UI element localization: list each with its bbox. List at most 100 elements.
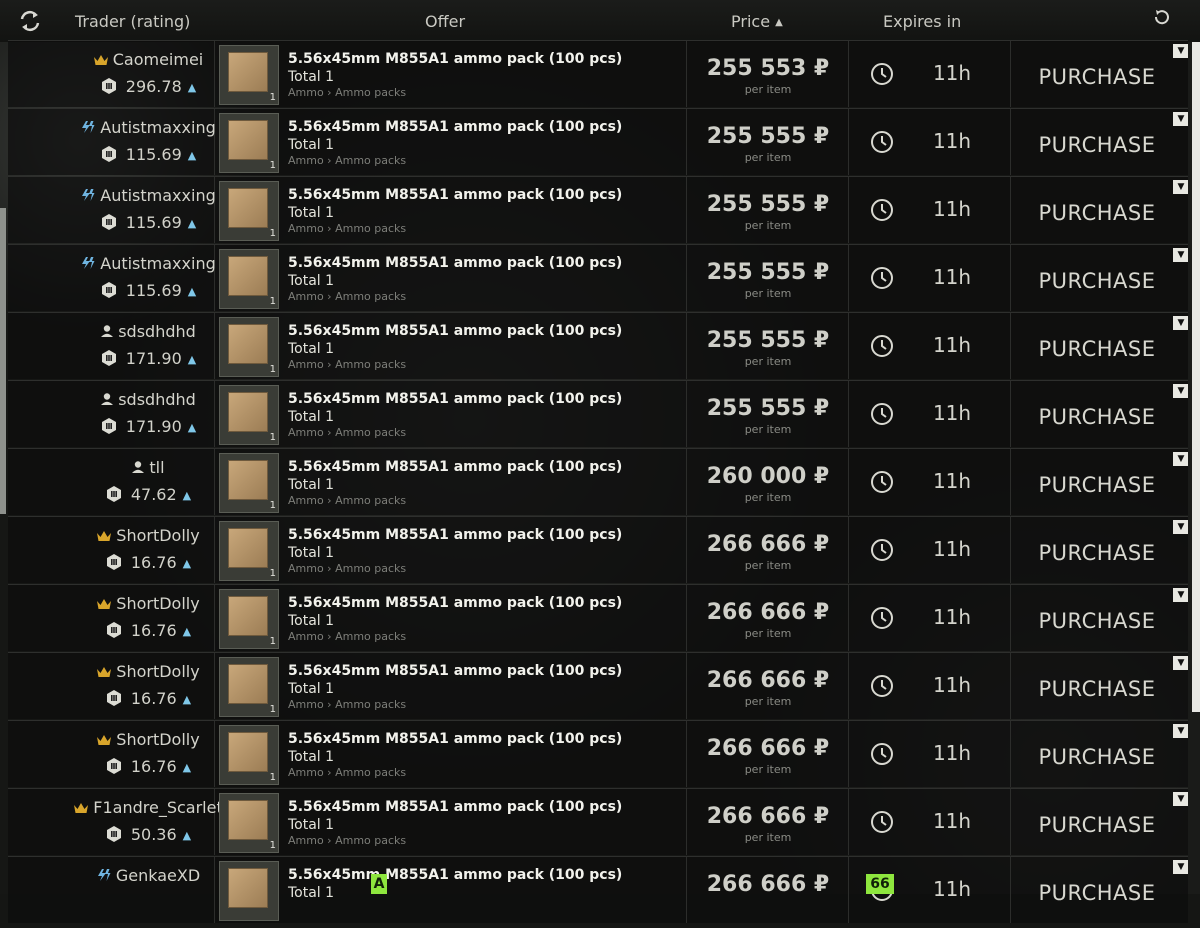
item-image[interactable]: 1 <box>219 113 279 173</box>
purchase-button[interactable]: PURCHASE <box>1012 653 1182 719</box>
offer-row[interactable]: Autistmaxxing 115.69 ▲ 1 5.56x45mm M855A1 am… <box>8 244 1189 311</box>
trader-name[interactable]: F1andre_Scarlet <box>60 798 236 818</box>
scrollbar-thumb[interactable] <box>1192 42 1200 712</box>
offer-category[interactable]: Ammo › Ammo packs <box>288 290 406 303</box>
offer-title[interactable]: 5.56x45mm M855A1 ammo pack (100 pcs) <box>288 663 622 679</box>
expand-chevron-icon[interactable]: ▼ <box>1173 792 1189 806</box>
expand-chevron-icon[interactable]: ▼ <box>1173 316 1189 330</box>
trader-name[interactable]: Caomeimei <box>60 50 236 70</box>
column-divider <box>848 245 849 311</box>
item-image[interactable]: 1 <box>219 725 279 785</box>
column-divider <box>686 789 687 855</box>
offer-category[interactable]: Ammo › Ammo packs <box>288 562 406 575</box>
item-image[interactable]: 1 <box>219 249 279 309</box>
purchase-button[interactable]: PURCHASE <box>1012 313 1182 379</box>
expires-in: 11h <box>932 741 972 765</box>
offer-title[interactable]: 5.56x45mm M855A1 ammo pack (100 pcs) <box>288 51 622 67</box>
expand-chevron-icon[interactable]: ▼ <box>1173 860 1189 874</box>
item-image[interactable]: 1 <box>219 181 279 241</box>
offer-title[interactable]: 5.56x45mm M855A1 ammo pack (100 pcs) <box>288 323 622 339</box>
purchase-button[interactable]: PURCHASE <box>1012 721 1182 787</box>
offer-category[interactable]: Ammo › Ammo packs <box>288 494 406 507</box>
offer-row[interactable]: sdsdhdhd 171.90 ▲ 1 5.56x45mm M855A1 ammo pa… <box>8 312 1189 379</box>
expand-chevron-icon[interactable]: ▼ <box>1173 112 1189 126</box>
item-image[interactable]: 1 <box>219 793 279 853</box>
header-offer[interactable]: Offer <box>425 12 465 31</box>
expand-chevron-icon[interactable]: ▼ <box>1173 724 1189 738</box>
header-price[interactable]: Price ▲ <box>731 12 783 31</box>
trader-name[interactable]: tll <box>60 458 236 478</box>
trader-name[interactable]: ShortDolly <box>60 526 236 546</box>
offer-title[interactable]: 5.56x45mm M855A1 ammo pack (100 pcs) <box>288 527 622 543</box>
offer-row[interactable]: ShortDolly 16.76 ▲ 1 5.56x45mm M855A1 ammo p… <box>8 584 1189 651</box>
offer-title[interactable]: 5.56x45mm M855A1 ammo pack (100 pcs) <box>288 255 622 271</box>
expand-chevron-icon[interactable]: ▼ <box>1173 520 1189 534</box>
offer-row[interactable]: ShortDolly 16.76 ▲ 1 5.56x45mm M855A1 ammo p… <box>8 652 1189 719</box>
purchase-button[interactable]: PURCHASE <box>1012 41 1182 107</box>
offer-category[interactable]: Ammo › Ammo packs <box>288 766 406 779</box>
offer-row[interactable]: Autistmaxxing 115.69 ▲ 1 5.56x45mm M855A1 am… <box>8 108 1189 175</box>
purchase-button[interactable]: PURCHASE <box>1012 381 1182 447</box>
offer-title[interactable]: 5.56x45mm M855A1 ammo pack (100 pcs) <box>288 731 622 747</box>
expand-chevron-icon[interactable]: ▼ <box>1173 384 1189 398</box>
header-trader[interactable]: Trader (rating) <box>75 12 190 31</box>
trader-name[interactable]: sdsdhdhd <box>60 322 236 342</box>
item-image[interactable]: 1 <box>219 521 279 581</box>
purchase-button[interactable]: PURCHASE <box>1012 449 1182 515</box>
expand-chevron-icon[interactable]: ▼ <box>1173 656 1189 670</box>
purchase-button[interactable]: PURCHASE <box>1012 585 1182 651</box>
reload-icon[interactable] <box>1153 8 1171 26</box>
item-image[interactable]: 1 <box>219 589 279 649</box>
offer-row[interactable]: Autistmaxxing 115.69 ▲ 1 5.56x45mm M855A1 am… <box>8 176 1189 243</box>
item-image[interactable] <box>219 861 279 921</box>
trader-name[interactable]: Autistmaxxing <box>60 186 236 206</box>
offer-title[interactable]: 5.56x45mm M855A1 ammo pack (100 pcs) <box>288 391 622 407</box>
expand-chevron-icon[interactable]: ▼ <box>1173 180 1189 194</box>
offer-row[interactable]: Caomeimei 296.78 ▲ 1 5.56x45mm M855A1 ammo p… <box>8 40 1189 107</box>
offer-category[interactable]: Ammo › Ammo packs <box>288 86 406 99</box>
expand-chevron-icon[interactable]: ▼ <box>1173 452 1189 466</box>
purchase-button[interactable]: PURCHASE <box>1012 177 1182 243</box>
offer-row[interactable]: sdsdhdhd 171.90 ▲ 1 5.56x45mm M855A1 ammo pa… <box>8 380 1189 447</box>
offer-category[interactable]: Ammo › Ammo packs <box>288 630 406 643</box>
offer-category[interactable]: Ammo › Ammo packs <box>288 426 406 439</box>
offer-title[interactable]: 5.56x45mm M855A1 ammo pack (100 pcs) <box>288 799 622 815</box>
purchase-button[interactable]: PURCHASE <box>1012 857 1182 923</box>
offer-title[interactable]: 5.56x45mm M855A1 ammo pack (100 pcs) <box>288 595 622 611</box>
purchase-button[interactable]: PURCHASE <box>1012 517 1182 583</box>
trader-name[interactable]: Autistmaxxing <box>60 254 236 274</box>
trader-name[interactable]: GenkaeXD <box>60 866 236 886</box>
refresh-icon[interactable] <box>18 9 42 33</box>
offer-row[interactable]: ShortDolly 16.76 ▲ 1 5.56x45mm M855A1 ammo p… <box>8 516 1189 583</box>
item-image[interactable]: 1 <box>219 385 279 445</box>
item-image[interactable]: 1 <box>219 45 279 105</box>
offer-category[interactable]: Ammo › Ammo packs <box>288 358 406 371</box>
trader-name[interactable]: ShortDolly <box>60 662 236 682</box>
trader-name[interactable]: ShortDolly <box>60 730 236 750</box>
offer-title[interactable]: 5.56x45mm M855A1 ammo pack (100 pcs) <box>288 459 622 475</box>
trader-name[interactable]: Autistmaxxing <box>60 118 236 138</box>
item-image[interactable]: 1 <box>219 317 279 377</box>
offer-title[interactable]: 5.56x45mm M855A1 ammo pack (100 pcs) <box>288 119 622 135</box>
offer-row[interactable]: ShortDolly 16.76 ▲ 1 5.56x45mm M855A1 ammo p… <box>8 720 1189 787</box>
offer-category[interactable]: Ammo › Ammo packs <box>288 698 406 711</box>
offer-category[interactable]: Ammo › Ammo packs <box>288 834 406 847</box>
offer-row[interactable]: GenkaeXD 5.56x45mm M855A1 ammo pack (100 … <box>8 856 1189 923</box>
expand-chevron-icon[interactable]: ▼ <box>1173 44 1189 58</box>
purchase-button[interactable]: PURCHASE <box>1012 109 1182 175</box>
offer-row[interactable]: F1andre_Scarlet 50.36 ▲ 1 5.56x45mm M855A1 a… <box>8 788 1189 855</box>
expand-chevron-icon[interactable]: ▼ <box>1173 248 1189 262</box>
offer-title[interactable]: 5.56x45mm M855A1 ammo pack (100 pcs) <box>288 867 622 883</box>
item-image[interactable]: 1 <box>219 657 279 717</box>
offer-title[interactable]: 5.56x45mm M855A1 ammo pack (100 pcs) <box>288 187 622 203</box>
offer-row[interactable]: tll 47.62 ▲ 1 5.56x45mm M855A1 ammo pack (10… <box>8 448 1189 515</box>
trader-name[interactable]: ShortDolly <box>60 594 236 614</box>
item-image[interactable]: 1 <box>219 453 279 513</box>
offer-category[interactable]: Ammo › Ammo packs <box>288 222 406 235</box>
expand-chevron-icon[interactable]: ▼ <box>1173 588 1189 602</box>
purchase-button[interactable]: PURCHASE <box>1012 245 1182 311</box>
offer-category[interactable]: Ammo › Ammo packs <box>288 154 406 167</box>
trader-name[interactable]: sdsdhdhd <box>60 390 236 410</box>
purchase-button[interactable]: PURCHASE <box>1012 789 1182 855</box>
header-expires[interactable]: Expires in <box>883 12 961 31</box>
